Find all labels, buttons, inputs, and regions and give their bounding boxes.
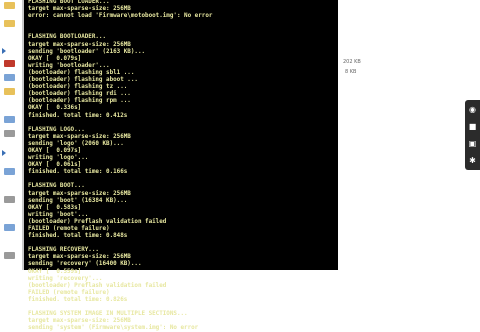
- terminal-line: finished. total time: 0.848s: [28, 233, 128, 240]
- file-explorer-pane: [0, 0, 23, 270]
- terminal-line: FLASHING LOGO...: [28, 126, 85, 133]
- terminal-window[interactable]: FLASHING BOOT LOADER... target max-sparse…: [22, 0, 338, 331]
- file-size-label: 202 KB: [343, 59, 361, 65]
- file-icon[interactable]: [4, 74, 15, 81]
- terminal-line: writing 'logo'...: [28, 155, 89, 162]
- terminal-line: FAILED (remote failure): [28, 289, 110, 296]
- terminal-line: writing 'recovery'...: [28, 275, 103, 282]
- terminal-line: OKAY [ 0.097s]: [28, 147, 82, 154]
- terminal-line: target max-sparse-size: 256MB: [28, 133, 131, 140]
- folder-icon[interactable]: [4, 2, 15, 9]
- file-icon[interactable]: [4, 130, 15, 137]
- terminal-line: OKAY [ 0.061s]: [28, 162, 82, 169]
- file-icon[interactable]: [4, 252, 15, 259]
- terminal-line: FLASHING SYSTEM IMAGE IN MULTIPLE SECTIO…: [28, 311, 188, 318]
- file-icon[interactable]: [4, 88, 15, 95]
- terminal-line: sending 'logo' (2060 KB)...: [28, 140, 124, 147]
- terminal-line: (bootloader) flashing rpm ...: [28, 98, 131, 105]
- terminal-line: FLASHING BOOTLOADER...: [28, 34, 107, 41]
- terminal-line: FLASHING BOOT...: [28, 183, 85, 190]
- terminal-line: sending 'recovery' (16400 KB)...: [28, 261, 142, 268]
- terminal-line: finished. total time: 0.166s: [28, 169, 128, 176]
- camera-icon[interactable]: ◉: [467, 104, 478, 115]
- terminal-line: FAILED (remote failure): [28, 226, 110, 232]
- terminal-line: sending 'system' (Firmware\system.img': …: [28, 325, 199, 332]
- file-icon[interactable]: [4, 196, 15, 203]
- terminal-line: sending 'bootloader' (2163 KB)...: [28, 48, 146, 55]
- terminal-line: writing 'bootloader'...: [28, 62, 110, 69]
- terminal-line: error: cannot load 'Firmware\motoboot.im…: [28, 13, 213, 20]
- terminal-line: OKAY [ 0.583s]: [28, 204, 82, 211]
- file-icon[interactable]: [4, 224, 15, 231]
- floating-toolbar: ◉ ■ ▣ ✱: [465, 100, 480, 170]
- terminal-line: OKAY [ 0.079s]: [28, 55, 82, 62]
- terminal-line: target max-sparse-size: 256MB: [28, 190, 131, 197]
- video-camera-icon[interactable]: ■: [467, 121, 478, 132]
- file-icon[interactable]: [4, 168, 15, 175]
- terminal-line: (bootloader) flashing rdi ...: [28, 91, 131, 98]
- file-size-label: 8 KB: [345, 69, 357, 75]
- folder-icon[interactable]: [4, 20, 15, 27]
- gallery-icon[interactable]: ▣: [467, 138, 478, 149]
- terminal-line: finished. total time: 0.826s: [28, 296, 128, 303]
- terminal-output: FLASHING BOOT LOADER... target max-sparse…: [28, 0, 212, 332]
- file-icon[interactable]: [4, 60, 15, 67]
- terminal-line: target max-sparse-size: 256MB: [28, 6, 131, 13]
- terminal-line: sending 'boot' (16384 KB)...: [28, 197, 128, 204]
- terminal-line: writing 'boot'...: [28, 211, 89, 218]
- terminal-line: finished. total time: 0.412s: [28, 112, 128, 119]
- terminal-line: FLASHING RECOVERY...: [28, 247, 99, 254]
- terminal-line: (bootloader) flashing tz ...: [28, 84, 128, 91]
- terminal-left-border: [22, 0, 24, 270]
- expand-arrow-icon[interactable]: [2, 48, 6, 54]
- terminal-line: target max-sparse-size: 256MB: [28, 254, 131, 261]
- expand-arrow-icon[interactable]: [2, 150, 6, 156]
- settings-gear-icon[interactable]: ✱: [467, 155, 478, 166]
- terminal-line: (bootloader) flashing aboot ...: [28, 77, 138, 84]
- terminal-line: (bootloader) flashing sbl1 ...: [28, 69, 135, 76]
- terminal-line: (bootloader) Preflash validation failed: [28, 218, 167, 225]
- terminal-line: target max-sparse-size: 256MB: [28, 318, 131, 325]
- right-pane: [338, 0, 480, 270]
- terminal-line: OKAY [ 0.336s]: [28, 105, 82, 112]
- file-icon[interactable]: [4, 116, 15, 123]
- terminal-line: (bootloader) Preflash validation failed: [28, 282, 167, 289]
- terminal-line: target max-sparse-size: 256MB: [28, 41, 131, 48]
